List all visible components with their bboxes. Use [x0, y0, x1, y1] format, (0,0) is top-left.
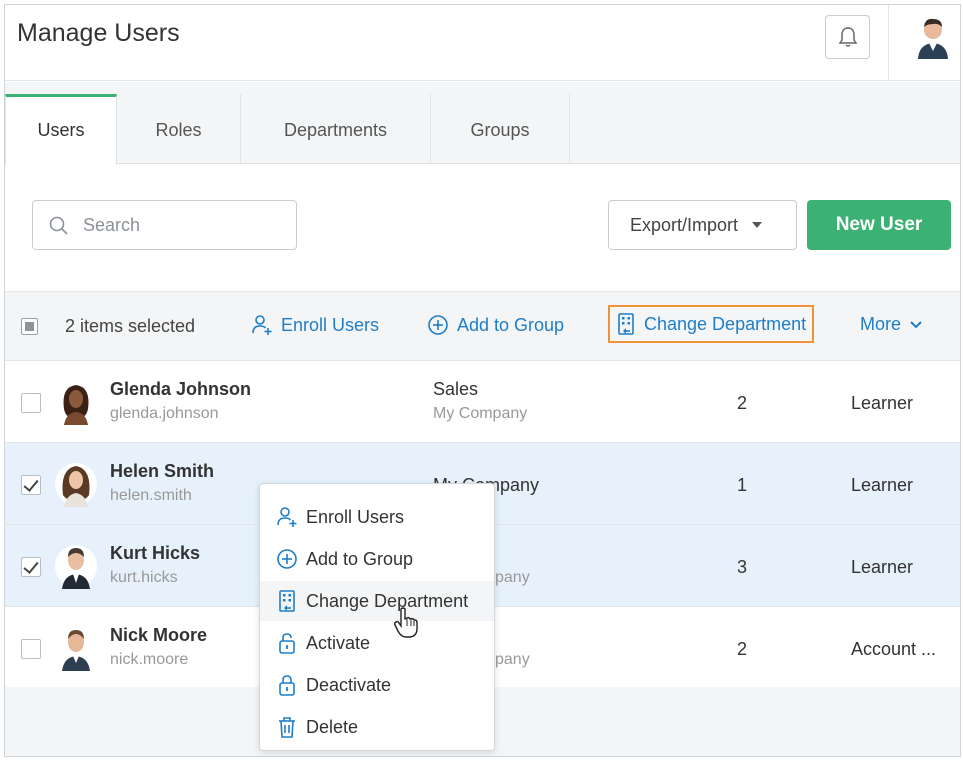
- menu-item-deactivate[interactable]: Deactivate: [260, 665, 494, 705]
- enroll-users-action[interactable]: Enroll Users: [251, 314, 379, 336]
- user-count: 3: [737, 557, 748, 577]
- change-department-label: Change Department: [644, 313, 807, 334]
- table-row[interactable]: Glenda Johnson glenda.johnson Sales My C…: [5, 361, 960, 443]
- new-user-button[interactable]: New User: [807, 200, 951, 250]
- menu-item-delete[interactable]: Delete: [260, 707, 494, 747]
- app-frame: Manage Users Users Roles Departments Gro…: [4, 4, 961, 757]
- enroll-user-icon: [252, 315, 272, 335]
- menu-item-label: Delete: [306, 716, 359, 737]
- building-icon: [279, 590, 295, 612]
- add-to-group-action[interactable]: Add to Group: [427, 314, 564, 336]
- user-role: Learner: [851, 557, 914, 577]
- user-department: Sales: [433, 379, 479, 399]
- menu-item-label: Change Department: [306, 590, 469, 611]
- user-role: Learner: [851, 393, 914, 413]
- user-username: nick.moore: [110, 651, 189, 668]
- user-name[interactable]: Glenda Johnson: [110, 379, 251, 400]
- enroll-user-icon: [277, 507, 297, 527]
- notifications-button[interactable]: [825, 15, 870, 59]
- chevron-down-icon: [910, 320, 922, 328]
- select-all-checkbox[interactable]: [21, 318, 38, 335]
- menu-item-label: Enroll Users: [306, 506, 405, 527]
- row-checkbox[interactable]: [21, 393, 41, 413]
- user-count: 1: [737, 475, 748, 495]
- tab-users[interactable]: Users: [5, 94, 117, 165]
- user-username: kurt.hicks: [110, 569, 178, 586]
- tab-roles[interactable]: Roles: [117, 94, 241, 164]
- enroll-users-label: Enroll Users: [281, 314, 380, 335]
- tab-bar: Users Roles Departments Groups: [5, 82, 960, 165]
- row-checkbox[interactable]: [21, 475, 41, 495]
- building-icon: [618, 313, 634, 335]
- user-avatar-icon: [55, 463, 97, 507]
- more-actions-menu: Enroll Users Add to Group Change Departm…: [259, 483, 495, 751]
- tab-label: Roles: [155, 120, 202, 140]
- header: Manage Users: [5, 5, 960, 81]
- menu-item-label: Activate: [306, 632, 371, 653]
- header-divider: [888, 5, 889, 81]
- lock-icon: [279, 675, 295, 696]
- user-company: My Company: [433, 405, 528, 422]
- row-checkbox[interactable]: [21, 639, 41, 659]
- user-avatar-icon: [55, 545, 97, 589]
- search-input[interactable]: [83, 211, 283, 239]
- user-company: pany: [495, 651, 530, 668]
- user-count: 2: [737, 393, 748, 413]
- export-import-button[interactable]: Export/Import: [608, 200, 797, 250]
- tab-label: Groups: [470, 120, 530, 140]
- search-icon: [49, 216, 68, 235]
- tab-departments[interactable]: Departments: [241, 94, 431, 164]
- user-avatar-icon: [55, 627, 97, 671]
- user-company: pany: [495, 569, 530, 586]
- user-username: helen.smith: [110, 487, 192, 504]
- change-department-action[interactable]: Change Department: [608, 305, 815, 343]
- page-title: Manage Users: [17, 19, 180, 47]
- bell-icon: [838, 27, 857, 47]
- user-avatar-icon[interactable]: [916, 15, 950, 59]
- more-label: More: [860, 314, 902, 334]
- user-name[interactable]: Kurt Hicks: [110, 543, 200, 564]
- row-checkbox[interactable]: [21, 557, 41, 577]
- tab-groups[interactable]: Groups: [431, 94, 570, 164]
- menu-item-label: Deactivate: [306, 674, 392, 695]
- user-role: Learner: [851, 475, 914, 495]
- export-import-label: Export/Import: [630, 214, 739, 235]
- tab-label: Users: [37, 120, 85, 140]
- search-box[interactable]: [32, 200, 297, 250]
- add-circle-icon: [277, 549, 297, 569]
- user-name[interactable]: Nick Moore: [110, 625, 207, 646]
- user-count: 2: [737, 639, 748, 659]
- menu-item-activate[interactable]: Activate: [260, 623, 494, 663]
- bulk-action-bar: 2 items selected Enroll Users Add to Gro…: [5, 291, 960, 361]
- unlock-icon: [279, 633, 295, 654]
- menu-item-enroll-users[interactable]: Enroll Users: [260, 497, 494, 537]
- more-actions-button[interactable]: More: [860, 314, 923, 335]
- trash-icon: [279, 717, 295, 738]
- user-avatar-icon: [55, 381, 97, 425]
- hand-cursor-icon: [393, 607, 418, 638]
- add-circle-icon: [428, 315, 448, 335]
- selected-count: 2 items selected: [65, 316, 196, 336]
- tab-label: Departments: [283, 120, 388, 140]
- user-role: Account ...: [851, 639, 937, 659]
- user-username: glenda.johnson: [110, 405, 219, 422]
- add-to-group-label: Add to Group: [457, 314, 565, 335]
- caret-down-icon: [752, 222, 763, 228]
- menu-item-change-department[interactable]: Change Department: [260, 581, 494, 621]
- user-name[interactable]: Helen Smith: [110, 461, 214, 482]
- menu-item-add-to-group[interactable]: Add to Group: [260, 539, 494, 579]
- menu-item-label: Add to Group: [306, 548, 414, 569]
